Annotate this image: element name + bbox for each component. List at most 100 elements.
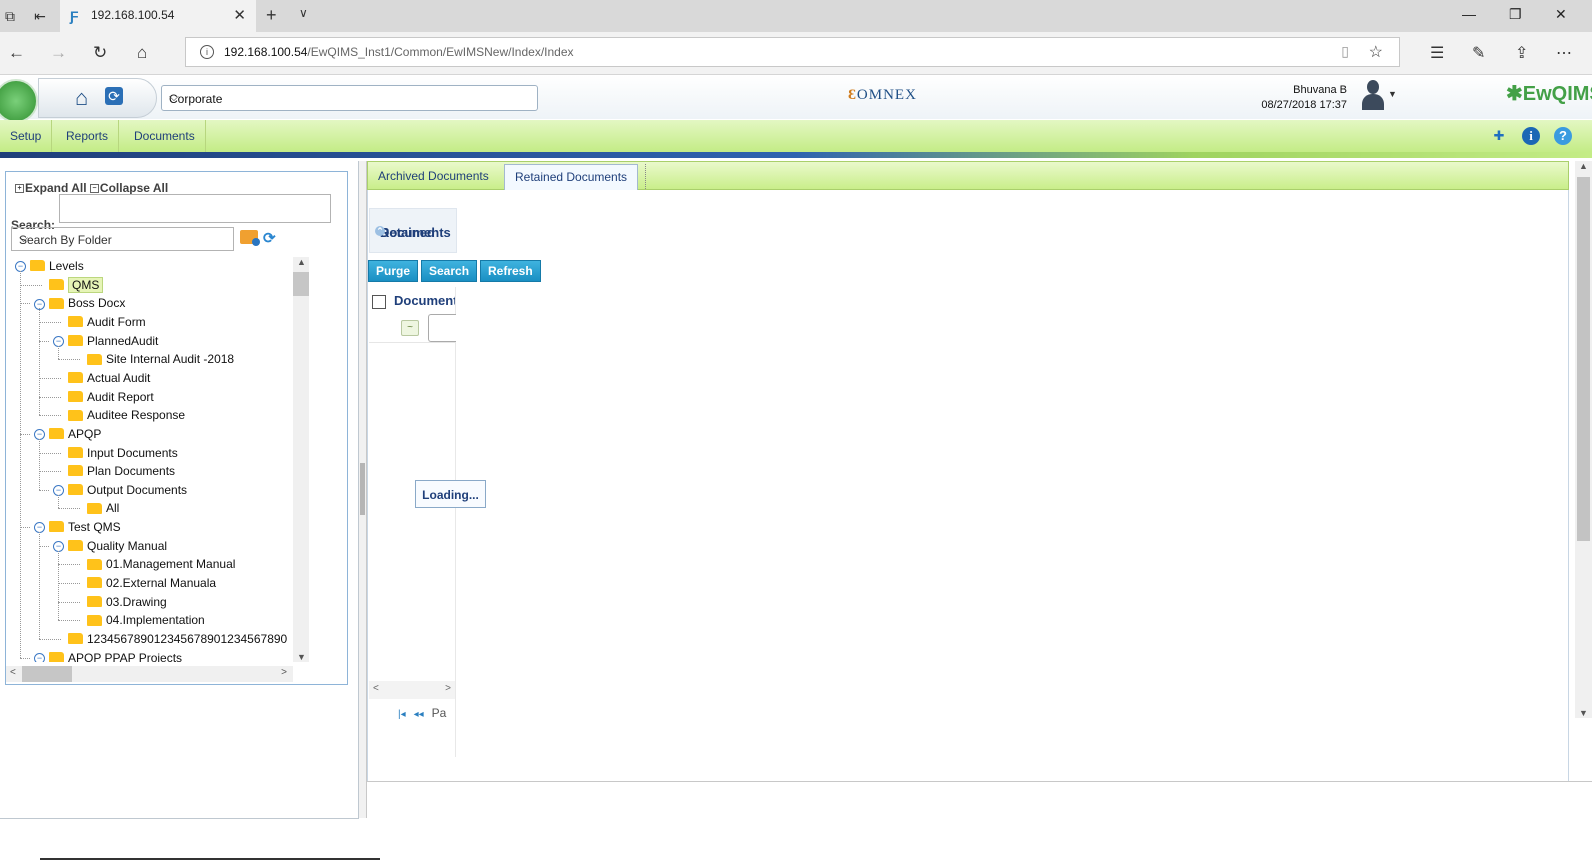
scroll-down-icon[interactable]: ▼ [1579,708,1588,718]
close-window-icon[interactable]: ✕ [1555,6,1567,23]
forward-arrow-icon[interactable]: → [50,43,67,63]
home-icon[interactable]: ⌂ [75,85,88,111]
tree-node-label[interactable]: 123456789012345678901234567890 [87,632,287,646]
refresh-icon[interactable]: ⟳ [105,87,123,105]
scroll-thumb[interactable] [293,272,309,296]
site-info-icon[interactable]: i [200,45,214,59]
tree-node-label[interactable]: Test QMS [68,520,121,534]
minimize-window-icon[interactable]: — [1462,6,1476,22]
tree-node-label[interactable]: Auditee Response [87,408,185,422]
web-note-icon[interactable]: ✎ [1472,43,1485,63]
tree-node[interactable]: 123456789012345678901234567890 [53,630,287,648]
menu-documents[interactable]: Documents [124,120,206,152]
tree-node[interactable]: Site Internal Audit -2018 [72,350,234,368]
tree-node-label[interactable]: Audit Form [87,315,146,329]
page-vertical-scrollbar[interactable]: ▲ ▼ [1575,161,1592,718]
favorite-star-icon[interactable]: ☆ [1369,42,1383,62]
scroll-thumb[interactable] [22,666,72,682]
restore-window-icon[interactable]: ❐ [1509,6,1522,23]
app-logo-icon[interactable] [0,79,38,123]
tree-collapse-toggle-icon[interactable]: − [34,652,45,662]
first-page-icon[interactable]: |◂ [398,709,406,720]
tree-node-label[interactable]: Output Documents [87,483,187,497]
tree-node[interactable]: 02.External Manuala [72,574,216,592]
tree-node[interactable]: − Output Documents [53,481,187,499]
menu-setup[interactable]: Setup [0,120,53,152]
tree-node-label[interactable]: APQP [68,427,101,441]
user-menu-caret-icon[interactable]: ▼ [1388,89,1397,99]
tree-node-label[interactable]: 01.Management Manual [106,557,235,571]
back-arrow-icon[interactable]: ← [8,43,25,63]
collapse-panel-icon[interactable]: ⌃ [375,226,385,236]
scroll-up-icon[interactable]: ▲ [297,257,306,267]
new-tab-icon[interactable]: + [266,5,277,26]
tree-node-label[interactable]: Quality Manual [87,539,167,553]
tab-retained-documents[interactable]: Retained Documents [504,164,639,190]
reading-view-icon[interactable]: ▯ [1341,43,1349,60]
tree-node-label[interactable]: Levels [49,259,84,273]
tree-node-label[interactable]: Audit Report [87,390,154,404]
tree-node-label[interactable]: 03.Drawing [106,595,167,609]
tab-set-aside-icon[interactable]: ⧉ [0,6,20,26]
tab-list-chevron-icon[interactable]: ∨ [299,6,308,20]
tree-node-label[interactable]: APQP PPAP Projects [68,651,182,662]
purge-button[interactable]: Purge [368,260,419,282]
refresh-button[interactable]: Refresh [480,260,541,282]
url-field[interactable]: i 192.168.100.54/EwQIMS_Inst1/Common/EwI… [185,37,1400,67]
tree-node[interactable]: 01.Management Manual [72,555,235,573]
tree-node[interactable]: Plan Documents [53,462,175,480]
browser-home-icon[interactable]: ⌂ [137,43,147,63]
tree-node[interactable]: − APQP [34,425,101,443]
filter-operator-icon[interactable]: ~ [401,320,419,336]
scroll-right-icon[interactable]: > [281,667,287,678]
search-by-select[interactable]: Search By Folder ⌵ [11,227,234,251]
scroll-left-icon[interactable]: < [373,683,379,694]
menu-reports[interactable]: Reports [56,120,120,152]
tree-node[interactable]: Actual Audit [53,369,150,387]
scroll-up-icon[interactable]: ▲ [1579,161,1588,171]
document-filter-input[interactable] [428,314,456,342]
scroll-thumb[interactable] [1577,177,1590,541]
select-all-checkbox[interactable] [372,295,386,309]
tree-node[interactable]: − Boss Docx [34,294,125,312]
tree-node-label[interactable]: Boss Docx [68,296,125,310]
tree-node[interactable]: Audit Form [53,313,146,331]
panel-splitter[interactable] [359,161,367,818]
tree-node[interactable]: Audit Report [53,388,154,406]
tree-node[interactable]: Input Documents [53,444,178,462]
tree-node-label[interactable]: PlannedAudit [87,334,158,348]
tree-node[interactable]: QMS [34,276,104,294]
tree-node[interactable]: − Quality Manual [53,537,167,555]
reload-icon[interactable]: ↻ [93,43,107,63]
scroll-right-icon[interactable]: > [445,683,451,694]
help-icon[interactable]: ? [1554,127,1572,145]
info-icon[interactable]: i [1522,127,1540,145]
search-button[interactable]: Search [421,260,478,282]
folder-search-icon[interactable] [240,230,260,246]
org-select[interactable]: Corporate ⌵ [161,85,538,111]
tree-vertical-scrollbar[interactable]: ▲ ▼ [293,257,309,662]
tree-node-label[interactable]: Site Internal Audit -2018 [106,352,234,366]
user-avatar-icon[interactable] [1360,80,1386,112]
scroll-left-icon[interactable]: < [10,667,16,678]
tree-node-label[interactable]: 04.Implementation [106,613,205,627]
tree-node-label[interactable]: Plan Documents [87,464,175,478]
tree-node[interactable]: − PlannedAudit [53,332,158,350]
column-header-document[interactable]: Document [394,293,455,308]
expand-all-link[interactable]: + Expand All [15,181,87,195]
tree-node[interactable]: − Levels [15,257,84,275]
favorites-hub-icon[interactable]: ☰ [1430,43,1444,63]
tree-node-label[interactable]: Input Documents [87,446,178,460]
tree-node[interactable]: 04.Implementation [72,611,205,629]
browser-tab[interactable]: Ƒ 192.168.100.54 ✕ [60,0,256,32]
tree-node[interactable]: 03.Drawing [72,593,167,611]
tree-node-label[interactable]: 02.External Manuala [106,576,216,590]
tree-node[interactable]: − APQP PPAP Projects [34,649,182,662]
splitter-grip[interactable] [360,463,365,515]
tree-node-label[interactable]: All [106,501,119,515]
tree-refresh-icon[interactable]: ⟳ [263,229,276,247]
pin-icon[interactable]: ✚ [1490,127,1508,145]
tree-node[interactable]: − Test QMS [34,518,121,536]
scroll-down-icon[interactable]: ▼ [297,652,306,662]
tree-horizontal-scrollbar[interactable]: < > [6,666,293,682]
